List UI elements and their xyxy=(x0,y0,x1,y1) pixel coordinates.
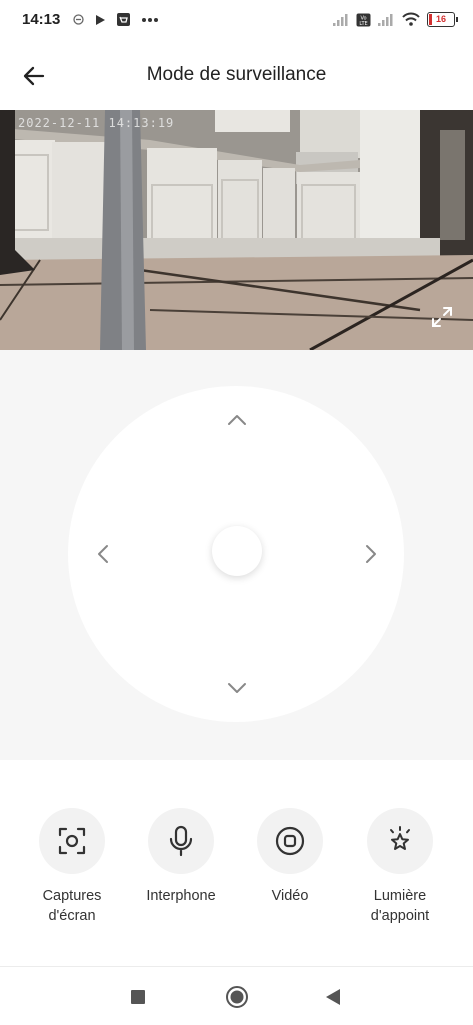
status-bar: 14:13 Vo LTE 16 xyxy=(0,0,473,42)
intercom-label: Interphone xyxy=(146,888,216,904)
fill-light-label: Lumière xyxy=(373,888,427,904)
joystick-knob[interactable] xyxy=(212,526,262,576)
fill-light-button[interactable]: Lumière d'appoint xyxy=(345,808,455,926)
microphone-icon xyxy=(169,825,193,857)
chevron-left-icon xyxy=(98,545,108,563)
camera-image xyxy=(0,110,473,350)
intercom-button[interactable]: Interphone xyxy=(126,808,236,906)
svg-text:LTE: LTE xyxy=(359,21,367,27)
volte-icon: VoLTE xyxy=(356,13,371,27)
fullscreen-button[interactable] xyxy=(427,302,457,332)
camera-feed[interactable]: 2022-12-11 14:13:19 xyxy=(0,110,473,350)
triangle-back-icon xyxy=(326,989,340,1005)
play-store-icon xyxy=(96,14,105,25)
screenshot-label-line2: d'écran xyxy=(48,908,96,924)
shopping-bag-icon xyxy=(117,13,130,26)
screenshot-icon xyxy=(58,827,86,855)
back-nav-button[interactable] xyxy=(319,983,347,1011)
chevron-down-icon xyxy=(228,683,246,693)
recents-button[interactable] xyxy=(124,983,152,1011)
more-dots-icon xyxy=(142,17,158,22)
wifi-icon xyxy=(402,12,420,26)
ptz-control-area xyxy=(0,350,473,760)
status-time: 14:13 xyxy=(22,11,61,28)
signal-icon xyxy=(333,13,348,26)
chevron-up-icon xyxy=(228,415,246,425)
battery-level: 16 xyxy=(435,14,446,24)
action-row: Captures d'écran Interphone Vidéo Lumièr… xyxy=(0,808,473,938)
notification-icon xyxy=(73,14,84,25)
screenshot-label: Captures xyxy=(42,888,102,904)
page-title: Mode de surveillance xyxy=(146,64,327,85)
system-nav-bar xyxy=(0,966,473,1025)
pan-up-button[interactable] xyxy=(217,400,257,440)
video-record-button[interactable]: Vidéo xyxy=(235,808,345,906)
record-icon xyxy=(275,826,305,856)
pan-left-button[interactable] xyxy=(83,534,123,574)
camera-timestamp: 2022-12-11 14:13:19 xyxy=(18,116,175,130)
home-button[interactable] xyxy=(223,983,251,1011)
signal-icon xyxy=(378,13,393,26)
home-circle-icon xyxy=(226,986,248,1008)
square-icon xyxy=(131,990,145,1004)
battery-icon: 16 xyxy=(427,12,458,27)
pan-right-button[interactable] xyxy=(351,534,391,574)
fill-light-label-line2: d'appoint xyxy=(370,908,430,924)
light-icon xyxy=(390,826,410,850)
app-header: Mode de surveillance xyxy=(0,44,473,108)
pan-down-button[interactable] xyxy=(217,668,257,708)
video-label: Vidéo xyxy=(271,888,309,904)
screenshot-button[interactable]: Captures d'écran xyxy=(17,808,127,926)
expand-icon xyxy=(432,307,452,327)
chevron-right-icon xyxy=(366,545,376,563)
